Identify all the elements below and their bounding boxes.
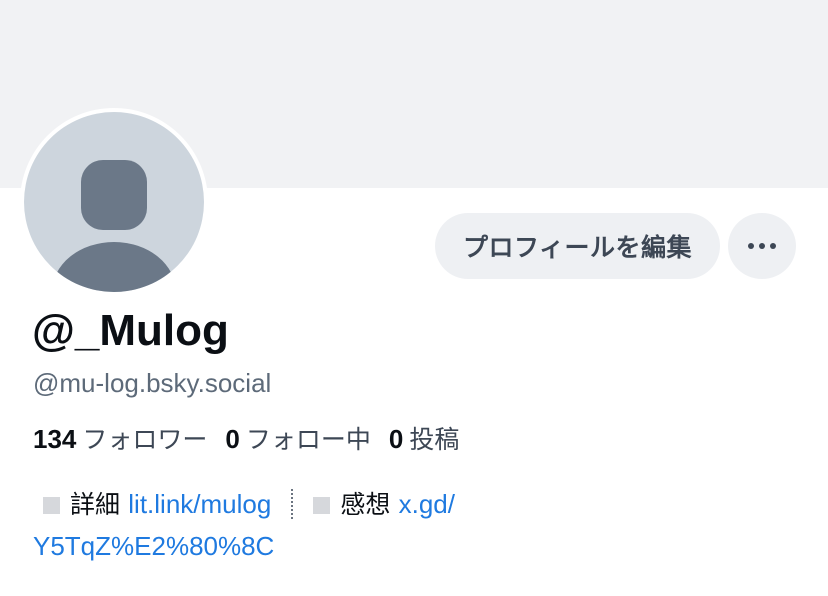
following-label: フォロー中 xyxy=(245,425,371,454)
edit-profile-button[interactable]: プロフィールを編集 xyxy=(435,213,720,279)
profile-handle: @mu-log.bsky.social xyxy=(33,368,272,398)
bio-link-xgd-part2: Y5TqZ%E2%80%8C xyxy=(33,531,275,561)
followers-stat[interactable]: 134 フォロワー xyxy=(33,420,207,456)
bio-separator xyxy=(291,489,294,519)
profile-bio: 詳細 lit.link/mulog 感想 x.gd/Y5TqZ%E2%80%8C xyxy=(33,484,593,568)
avatar[interactable] xyxy=(20,108,208,296)
following-stat[interactable]: 0 フォロー中 xyxy=(225,420,370,456)
square-bullet-icon xyxy=(43,497,60,514)
default-avatar-icon xyxy=(24,112,204,292)
ellipsis-icon xyxy=(748,243,776,249)
posts-stat: 0 投稿 xyxy=(389,420,459,456)
profile-page: プロフィールを編集 @_Mulog @mu-log.bsky.social 13… xyxy=(0,0,828,596)
more-options-button[interactable] xyxy=(728,213,796,279)
bio-link-litlink[interactable]: lit.link/mulog xyxy=(128,489,271,519)
square-bullet-icon xyxy=(313,497,331,514)
following-count: 0 xyxy=(225,424,240,454)
profile-stats: 134 フォロワー 0 フォロー中 0 投稿 xyxy=(33,420,477,456)
posts-label: 投稿 xyxy=(409,425,460,454)
followers-count: 134 xyxy=(33,424,77,454)
posts-count: 0 xyxy=(388,424,404,454)
display-name: @_Mulog xyxy=(32,306,229,355)
followers-label: フォロワー xyxy=(82,425,208,454)
bio-label-impressions: 感想 xyxy=(340,490,391,519)
bio-link-xgd-part1: x.gd/ xyxy=(398,489,455,519)
bio-label-details: 詳細 xyxy=(70,490,121,519)
